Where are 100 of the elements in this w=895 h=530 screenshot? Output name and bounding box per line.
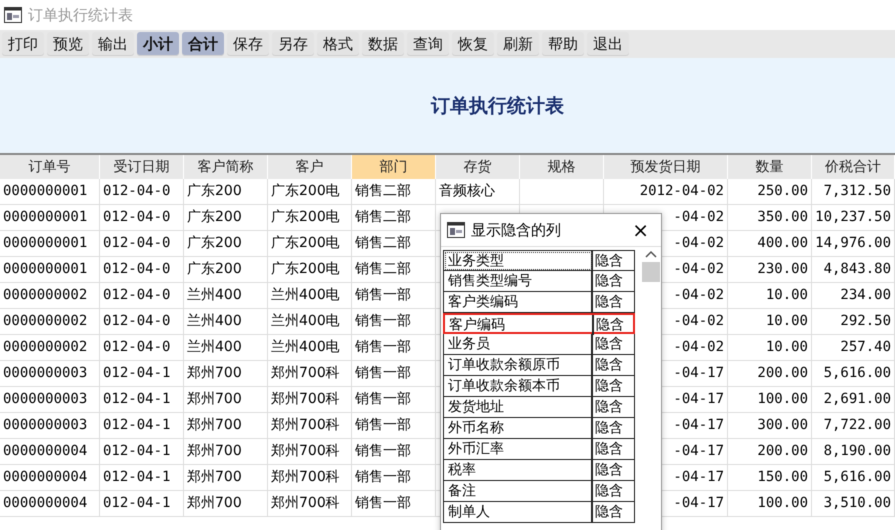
list-row[interactable]: 发货地址 隐含 [443, 397, 635, 418]
toolbar-button[interactable]: 退出 [587, 32, 629, 56]
list-row[interactable]: 订单收款余额本币 隐含 [443, 376, 635, 397]
table-cell: 0000000003 [0, 413, 100, 439]
table-cell: 012-04-1 [100, 387, 184, 413]
toolbar-button[interactable]: 预览 [47, 32, 89, 56]
table-cell: 销售二部 [352, 205, 436, 231]
list-row[interactable]: 销售类型编号 隐含 [443, 271, 635, 292]
toolbar-button[interactable]: 格式 [317, 32, 359, 56]
toolbar-button[interactable]: 刷新 [497, 32, 539, 56]
table-cell: 广东200 [184, 231, 268, 257]
table-cell: 012-04-1 [100, 491, 184, 517]
table-cell: 4,843.80 [812, 257, 895, 283]
table-cell: 0000000004 [0, 491, 100, 517]
table-cell: 广东200电 [268, 179, 352, 205]
table-cell: 3,510.00 [812, 491, 895, 517]
table-cell: 销售二部 [352, 231, 436, 257]
table-cell: 兰州400 [184, 309, 268, 335]
table-cell: 200.00 [728, 361, 812, 387]
table-cell: 200.00 [728, 439, 812, 465]
table-cell: 广东200 [184, 205, 268, 231]
list-row[interactable]: 外币名称 隐含 [443, 418, 635, 439]
column-name: 制单人 [444, 502, 593, 522]
column-header[interactable]: 存货 [436, 155, 520, 179]
list-row[interactable]: 业务类型 隐含 [443, 250, 635, 271]
table-cell: 292.50 [812, 309, 895, 335]
table-cell: 100.00 [728, 491, 812, 517]
table-cell: 郑州700科 [268, 491, 352, 517]
column-header[interactable]: 规格 [520, 155, 604, 179]
table-cell: 012-04-0 [100, 231, 184, 257]
table-cell: 广东200电 [268, 257, 352, 283]
table-cell: 0000000004 [0, 465, 100, 491]
column-name: 税率 [444, 460, 593, 480]
column-header[interactable]: 客户简称 [184, 155, 268, 179]
table-cell: 10.00 [728, 283, 812, 309]
toolbar-button[interactable]: 保存 [227, 32, 269, 56]
table-cell: 400.00 [728, 231, 812, 257]
window-title: 订单执行统计表 [28, 6, 133, 24]
table-cell: 250.00 [728, 179, 812, 205]
toolbar-button[interactable]: 另存 [272, 32, 314, 56]
dialog-title: 显示隐含的列 [471, 220, 562, 240]
list-row[interactable]: 外币汇率 隐含 [443, 439, 635, 460]
list-row[interactable]: 订单收款余额原币 隐含 [443, 355, 635, 376]
column-header[interactable]: 数量 [728, 155, 812, 179]
table-cell: 0000000001 [0, 257, 100, 283]
toolbar-button[interactable]: 打印 [2, 32, 44, 56]
window-icon [447, 222, 465, 238]
table-cell: 郑州700 [184, 491, 268, 517]
table-cell: 2,691.00 [812, 387, 895, 413]
report-title: 订单执行统计表 [431, 94, 564, 118]
list-row[interactable]: 客户编码 隐含 [443, 313, 635, 334]
table-cell: 8,190.00 [812, 439, 895, 465]
table-cell: 5,616.00 [812, 361, 895, 387]
table-cell: 郑州700科 [268, 439, 352, 465]
table-cell: 5,616.00 [812, 465, 895, 491]
column-header[interactable]: 订单号 [0, 155, 100, 179]
table-cell: 0000000001 [0, 205, 100, 231]
column-header[interactable]: 客户 [268, 155, 352, 179]
table-cell: 广东200 [184, 257, 268, 283]
table-cell: 郑州700 [184, 439, 268, 465]
table-cell: 012-04-1 [100, 361, 184, 387]
table-cell: 0000000002 [0, 283, 100, 309]
toolbar-button[interactable]: 数据 [362, 32, 404, 56]
toolbar-button[interactable]: 小计 [137, 32, 179, 56]
table-cell: 012-04-1 [100, 465, 184, 491]
column-header[interactable]: 预发货日期 [604, 155, 728, 179]
toolbar-button[interactable]: 合计 [182, 32, 224, 56]
table-cell: 0000000001 [0, 179, 100, 205]
column-name: 客户编码 [445, 315, 594, 335]
list-row[interactable]: 税率 隐含 [443, 460, 635, 481]
table-cell: 012-04-0 [100, 205, 184, 231]
column-name: 业务类型 [444, 251, 593, 271]
toolbar-button[interactable]: 帮助 [542, 32, 584, 56]
table-cell: 350.00 [728, 205, 812, 231]
column-name: 订单收款余额本币 [444, 376, 593, 396]
table-cell: 郑州700科 [268, 387, 352, 413]
table-cell: 郑州700科 [268, 413, 352, 439]
column-header[interactable]: 受订日期 [100, 155, 184, 179]
scrollbar-thumb[interactable] [642, 262, 660, 282]
list-row[interactable]: 业务员 隐含 [443, 334, 635, 355]
column-name: 订单收款余额原币 [444, 355, 593, 375]
toolbar-button[interactable]: 恢复 [452, 32, 494, 56]
toolbar-button[interactable]: 查询 [407, 32, 449, 56]
toolbar-button[interactable]: 输出 [92, 32, 134, 56]
table-cell: 0000000003 [0, 387, 100, 413]
list-row[interactable]: 备注 隐含 [443, 481, 635, 502]
table-cell: 销售一部 [352, 387, 436, 413]
table-cell: 销售一部 [352, 439, 436, 465]
table-cell: 销售一部 [352, 361, 436, 387]
table-cell: 广东200电 [268, 205, 352, 231]
list-row[interactable]: 制单人 隐含 [443, 502, 635, 523]
table-cell: 10.00 [728, 309, 812, 335]
table-cell: 230.00 [728, 257, 812, 283]
table-cell: 广东200 [184, 179, 268, 205]
column-header[interactable]: 部门 [352, 155, 436, 179]
table-cell: 0000000004 [0, 439, 100, 465]
column-name: 销售类型编号 [444, 271, 593, 291]
scroll-up-icon[interactable] [645, 250, 657, 258]
table-cell: 7,312.50 [812, 179, 895, 205]
column-header[interactable]: 价税合计 [812, 155, 895, 179]
